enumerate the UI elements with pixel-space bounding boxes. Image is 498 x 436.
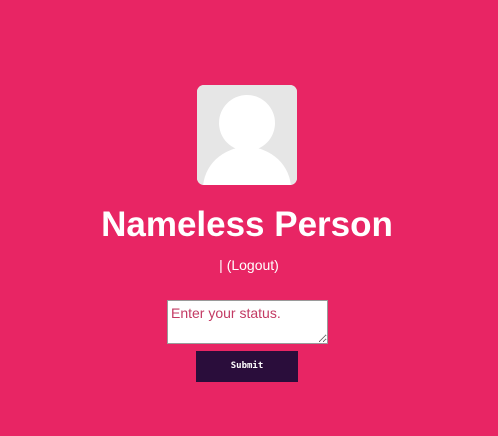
profile-avatar	[197, 85, 297, 185]
user-links: | (Logout)	[0, 256, 498, 274]
submit-button[interactable]: Submit	[196, 351, 298, 382]
default-user-avatar-icon	[197, 85, 297, 185]
link-separator: |	[219, 257, 223, 273]
logout-link[interactable]: (Logout)	[227, 257, 279, 273]
profile-name: Nameless Person	[101, 205, 393, 244]
status-input[interactable]	[167, 300, 328, 344]
profile-page: Nameless Person | (Logout) Submit	[0, 0, 498, 436]
